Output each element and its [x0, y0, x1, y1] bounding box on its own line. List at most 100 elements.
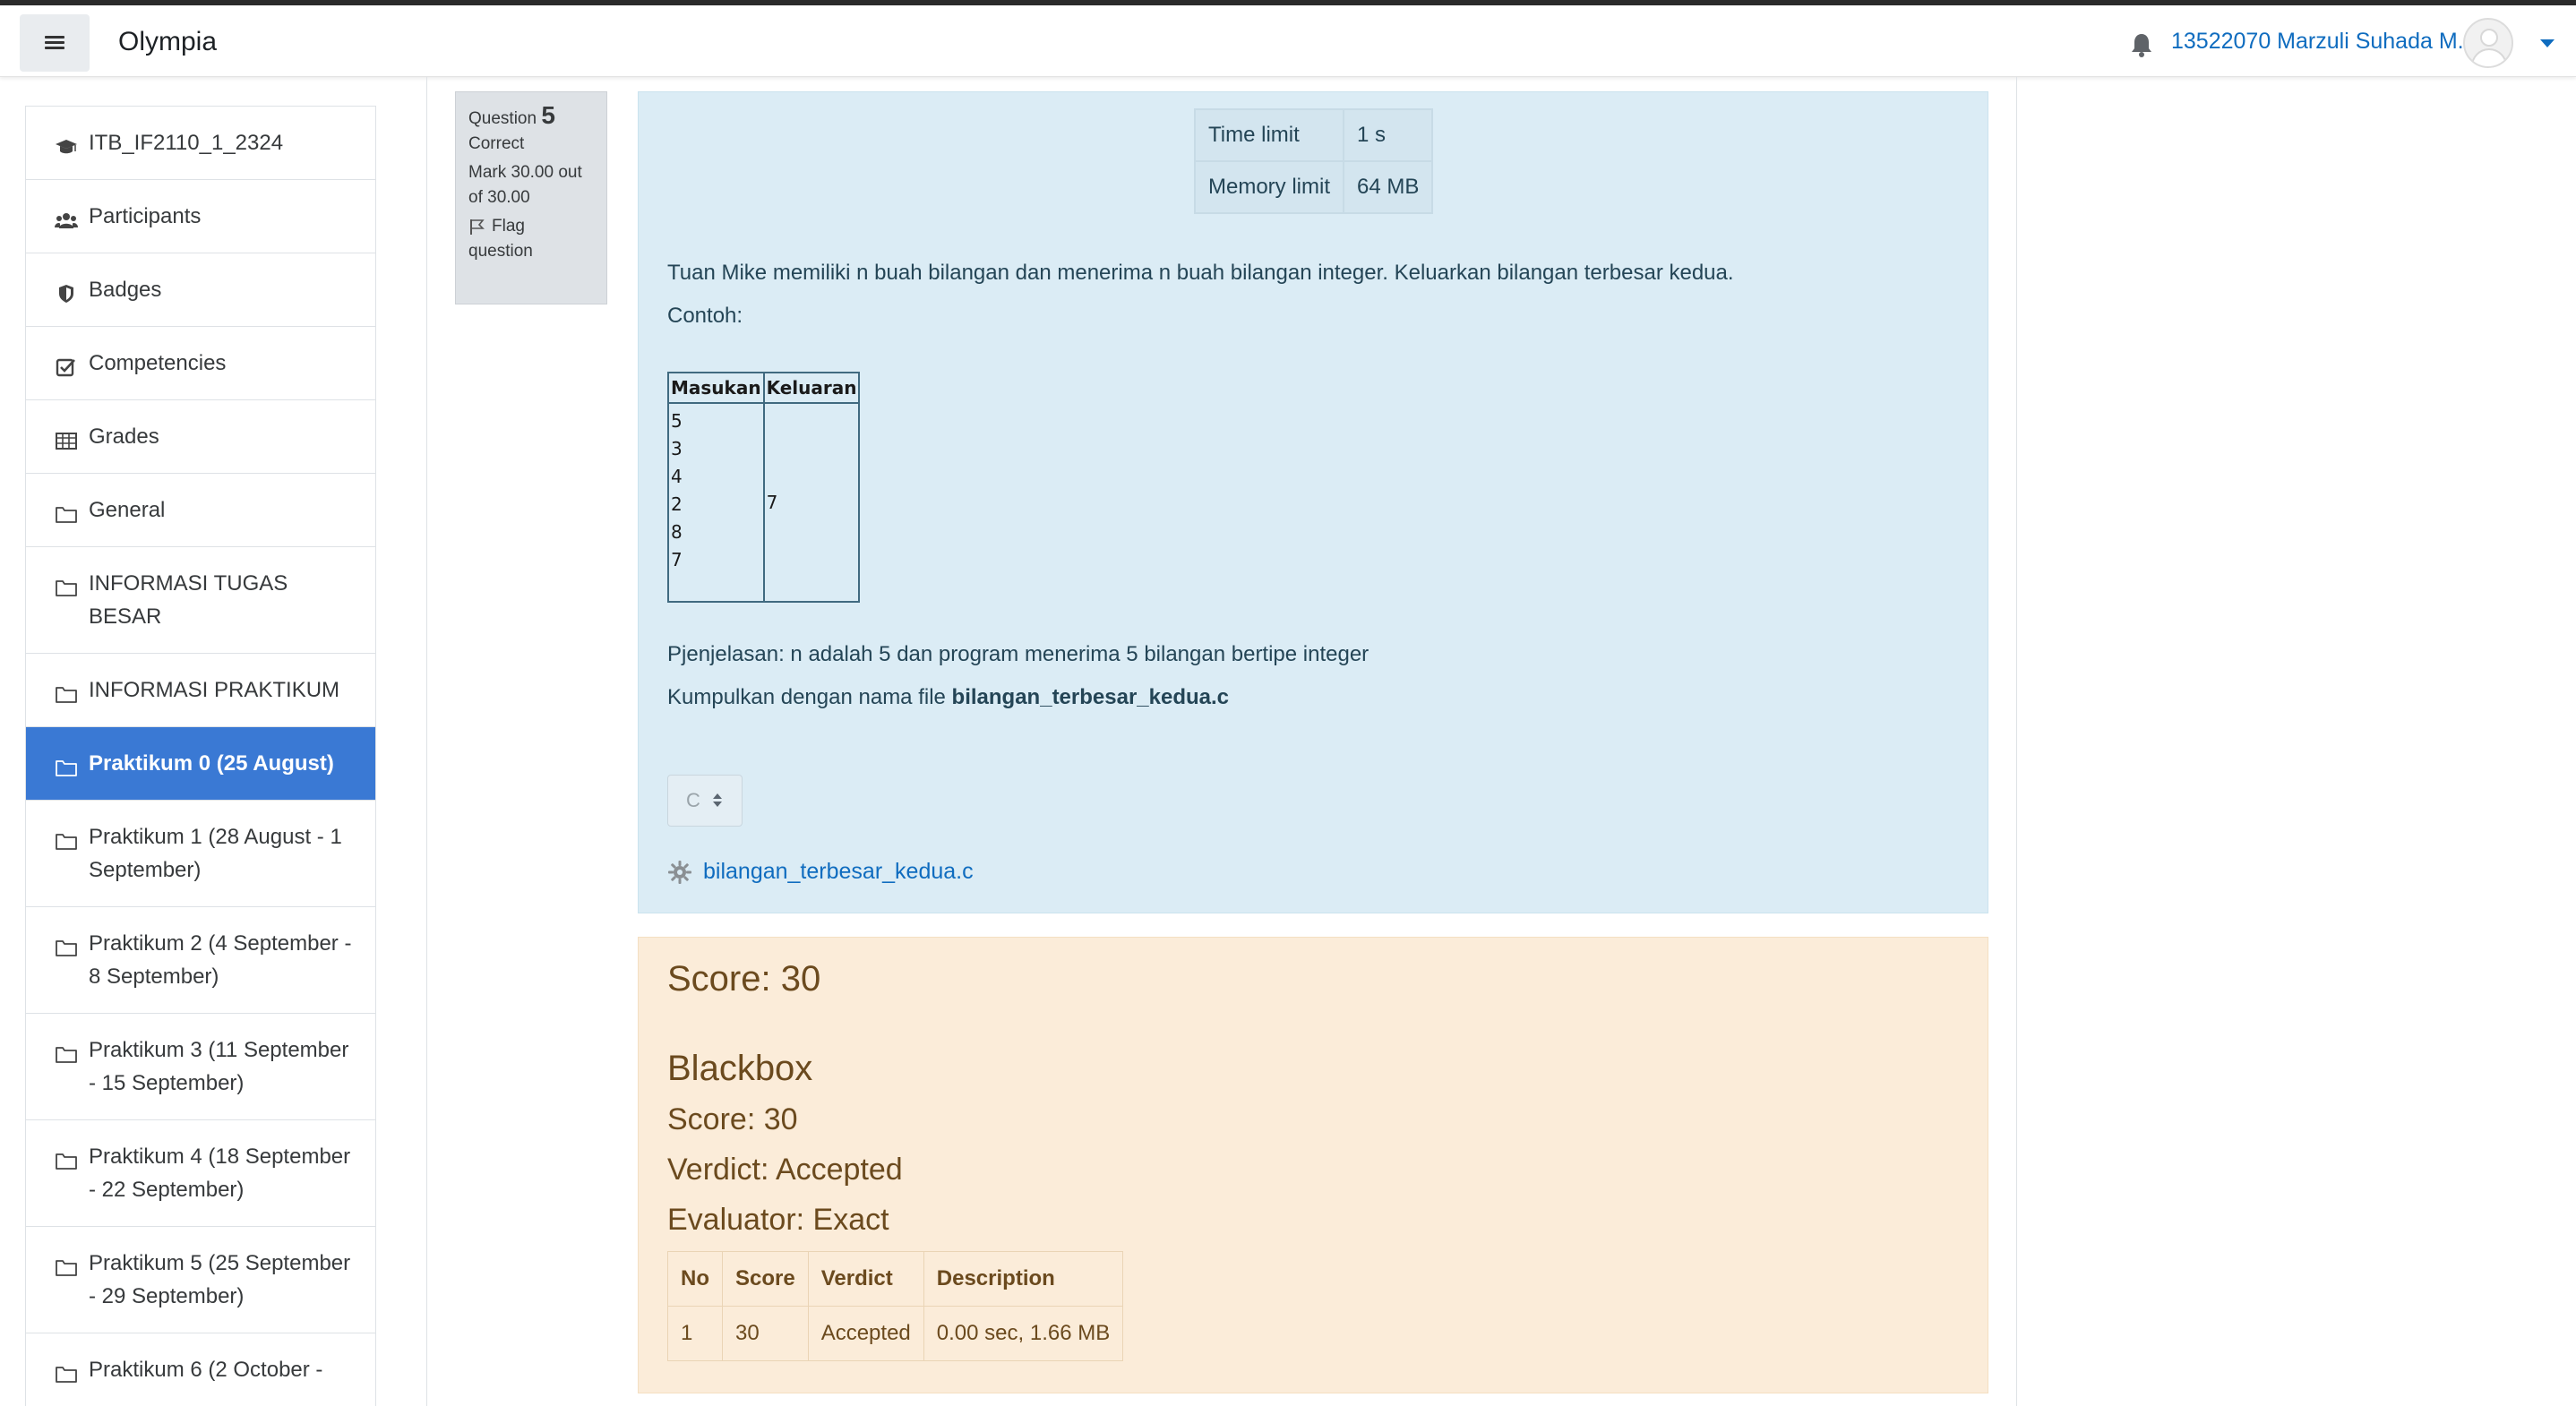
- example-label: Contoh:: [667, 304, 743, 328]
- sidebar-item-itb-if2110-1-2324[interactable]: ITB_IF2110_1_2324: [26, 107, 375, 180]
- io-header-output: Keluaran: [762, 372, 861, 404]
- folder-icon: [55, 574, 78, 596]
- drawer-toggle-button[interactable]: [20, 14, 90, 72]
- sidebar-item-label: Competencies: [89, 351, 227, 375]
- shield-icon: [55, 280, 78, 303]
- feedback-title: Blackbox: [667, 1049, 813, 1088]
- sidebar-item-badges[interactable]: Badges: [26, 253, 375, 327]
- sidebar-item-informasi-tugas-besar[interactable]: INFORMASI TUGAS BESAR: [26, 547, 375, 654]
- folder-icon: [55, 501, 78, 523]
- input-line: 2: [671, 493, 683, 515]
- input-line: 7: [671, 549, 683, 570]
- input-line: 5: [671, 410, 683, 432]
- example-io-table: Masukan Keluaran 5 3 4 2 8 7 7: [667, 372, 861, 603]
- feedback-verdict: Verdict: Accepted: [667, 1153, 903, 1187]
- folder-icon: [55, 1254, 78, 1276]
- question-label: Question: [468, 109, 537, 128]
- result-cell-score: 30: [722, 1306, 809, 1361]
- limits-table: Time limit 1 s Memory limit 64 MB: [1194, 108, 1434, 214]
- folder-icon: [55, 1147, 78, 1170]
- flag-icon: [470, 219, 485, 235]
- question-info: Question 5 Correct Mark 30.00 out of 30.…: [455, 91, 607, 304]
- io-output-cell: 7: [762, 402, 861, 603]
- explanation-block: Pjenjelasan: n adalah 5 dan program mene…: [667, 633, 1369, 719]
- select-arrows-icon: [712, 793, 722, 808]
- submit-filename: bilangan_terbesar_kedua.c: [951, 685, 1230, 709]
- result-header: Score: [722, 1251, 809, 1307]
- avatar[interactable]: [2463, 18, 2513, 68]
- sidebar-item-label: Praktikum 3 (11 September - 15 September…: [89, 1038, 349, 1095]
- check-square-icon: [55, 354, 78, 377]
- result-cell-description: 0.00 sec, 1.66 MB: [923, 1306, 1124, 1361]
- memory-limit-value: 64 MB: [1342, 160, 1434, 214]
- sidebar-item-general[interactable]: General: [26, 474, 375, 547]
- io-header-input: Masukan: [667, 372, 765, 404]
- sidebar-item-praktikum-5-25-september-29-september[interactable]: Praktikum 5 (25 September - 29 September…: [26, 1227, 375, 1333]
- question-formulation: Time limit 1 s Memory limit 64 MB Tuan M…: [638, 91, 1988, 913]
- sidebar-item-grades[interactable]: Grades: [26, 400, 375, 474]
- problem-statement-block: Tuan Mike memiliki n buah bilangan dan m…: [667, 252, 1734, 338]
- result-table: No Score Verdict Description 1 30 Accept…: [667, 1251, 1124, 1361]
- problem-statement: Tuan Mike memiliki n buah bilangan dan m…: [667, 261, 1734, 285]
- sidebar-item-praktikum-6-2-october[interactable]: Praktikum 6 (2 October -: [26, 1333, 375, 1406]
- submit-instruction: Kumpulkan dengan nama file bilangan_terb…: [667, 676, 1369, 719]
- grading-feedback: Score: 30 Blackbox Score: 30 Verdict: Ac…: [638, 937, 1988, 1393]
- input-line: 4: [671, 466, 683, 487]
- result-header: No: [667, 1251, 723, 1307]
- folder-icon: [55, 827, 78, 850]
- question-mark: Mark 30.00 out of 30.00: [468, 163, 582, 207]
- users-icon: [55, 207, 78, 228]
- result-header: Verdict: [807, 1251, 924, 1307]
- folder-icon: [55, 1360, 78, 1383]
- chevron-down-icon[interactable]: [2540, 39, 2555, 47]
- sidebar-item-praktikum-3-11-september-15-september[interactable]: Praktikum 3 (11 September - 15 September…: [26, 1014, 375, 1120]
- folder-icon: [55, 754, 78, 776]
- feedback-evaluator: Evaluator: Exact: [667, 1203, 889, 1237]
- attachment-name: bilangan_terbesar_kedua.c: [703, 859, 974, 884]
- table-icon: [55, 427, 78, 450]
- table-row: 1 30 Accepted 0.00 sec, 1.66 MB: [667, 1306, 1124, 1361]
- user-menu-name[interactable]: 13522070 Marzuli Suhada M.: [2171, 29, 2464, 55]
- graduation-cap-icon: [55, 133, 78, 154]
- feedback-score: Score: 30: [667, 959, 821, 999]
- folder-icon: [55, 681, 78, 703]
- input-line: 8: [671, 521, 683, 543]
- input-line: 3: [671, 438, 683, 459]
- sidebar-item-label: ITB_IF2110_1_2324: [89, 131, 284, 155]
- flag-question-link[interactable]: Flag question: [468, 214, 594, 264]
- language-select-value: C: [686, 789, 700, 811]
- sidebar-item-praktikum-2-4-september-8-september[interactable]: Praktikum 2 (4 September - 8 September): [26, 907, 375, 1014]
- sidebar-item-label: Praktikum 0 (25 August): [89, 751, 334, 776]
- sidebar-item-label: INFORMASI PRAKTIKUM: [89, 678, 340, 702]
- language-select[interactable]: C: [667, 775, 743, 827]
- feedback-score-detail: Score: 30: [667, 1102, 798, 1136]
- submit-prefix: Kumpulkan dengan nama file: [667, 685, 952, 709]
- sidebar-item-label: Praktikum 2 (4 September - 8 September): [89, 931, 352, 989]
- sidebar-item-participants[interactable]: Participants: [26, 180, 375, 253]
- result-cell-verdict: Accepted: [807, 1306, 924, 1361]
- attachment-link[interactable]: bilangan_terbesar_kedua.c: [667, 859, 974, 885]
- folder-icon: [55, 934, 78, 956]
- sidebar-item-label: General: [89, 498, 166, 522]
- sidebar-item-informasi-praktikum[interactable]: INFORMASI PRAKTIKUM: [26, 654, 375, 727]
- hamburger-icon: [45, 36, 64, 50]
- sidebar-item-praktikum-4-18-september-22-september[interactable]: Praktikum 4 (18 September - 22 September…: [26, 1120, 375, 1227]
- time-limit-label: Time limit: [1194, 108, 1344, 162]
- sidebar-item-label: Praktikum 5 (25 September - 29 September…: [89, 1251, 351, 1308]
- time-limit-value: 1 s: [1342, 108, 1434, 162]
- question-state: Correct: [468, 134, 525, 153]
- bell-icon[interactable]: [2130, 32, 2153, 57]
- sidebar-item-label: Badges: [89, 278, 162, 302]
- result-cell-no: 1: [667, 1306, 723, 1361]
- sidebar-item-praktikum-1-28-august-1-september[interactable]: Praktikum 1 (28 August - 1 September): [26, 801, 375, 907]
- course-navigation: ITB_IF2110_1_2324 Participants Badges Compe…: [25, 106, 376, 1406]
- sidebar-item-label: Praktikum 1 (28 August - 1 September): [89, 825, 342, 882]
- site-name[interactable]: Olympia: [118, 27, 217, 57]
- result-header: Description: [923, 1251, 1124, 1307]
- sidebar-item-competencies[interactable]: Competencies: [26, 327, 375, 400]
- explanation-text: Pjenjelasan: n adalah 5 dan program mene…: [667, 642, 1370, 666]
- file-gear-icon: [668, 860, 691, 884]
- sidebar-item-label: Participants: [89, 204, 202, 228]
- sidebar-item-praktikum-0-25-august[interactable]: Praktikum 0 (25 August): [26, 727, 375, 801]
- sidebar-item-label: Praktikum 6 (2 October -: [89, 1358, 323, 1382]
